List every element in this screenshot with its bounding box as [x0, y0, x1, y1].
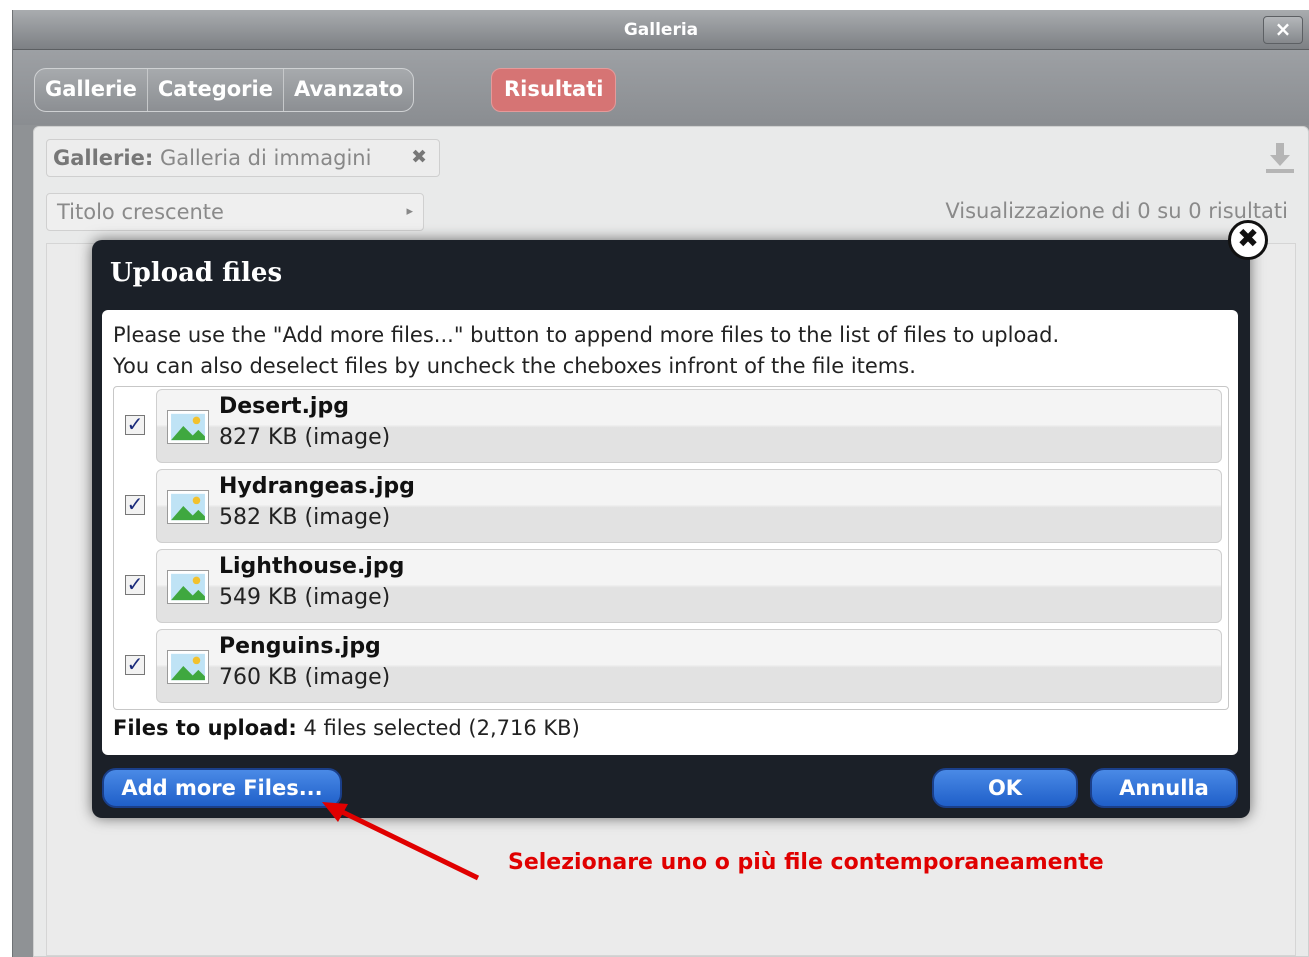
sort-select[interactable]: Titolo crescente ▸ [46, 193, 424, 231]
file-list: ✓ Desert.jpg 827 KB (image) ✓ Hydrangeas… [113, 386, 1229, 710]
dialog-body: Please use the "Add more files..." butto… [102, 310, 1238, 755]
image-icon [167, 490, 209, 524]
image-icon [167, 570, 209, 604]
dialog-title: Upload files [110, 258, 283, 288]
file-item: ✓ Lighthouse.jpg 549 KB (image) [114, 547, 1228, 625]
file-item: ✓ Desert.jpg 827 KB (image) [114, 387, 1228, 465]
tab-gallerie[interactable]: Gallerie [35, 69, 148, 111]
summary-value: 4 files selected (2,716 KB) [303, 716, 580, 740]
file-size: 549 KB (image) [219, 585, 391, 610]
file-checkbox[interactable]: ✓ [125, 574, 145, 595]
sort-value: Titolo crescente [57, 200, 224, 224]
file-name: Hydrangeas.jpg [219, 474, 415, 499]
results-count: Visualizzazione di 0 su 0 risultati [945, 199, 1288, 223]
image-icon [167, 650, 209, 684]
instructions-line-2: You can also deselect files by uncheck t… [113, 354, 916, 378]
window-titlebar: Galleria × [13, 10, 1309, 50]
window-title: Galleria [623, 20, 699, 40]
image-icon [167, 410, 209, 444]
download-icon[interactable] [1264, 141, 1296, 175]
dialog-close-button[interactable]: ✖ [1228, 220, 1268, 260]
annotation-text: Selezionare uno o più file contemporanea… [508, 850, 1104, 875]
file-size: 760 KB (image) [219, 665, 391, 690]
window-close-button[interactable]: × [1263, 16, 1303, 44]
file-checkbox[interactable]: ✓ [125, 414, 145, 435]
filter-chip[interactable]: Gallerie: Galleria di immagini ✖ [46, 139, 440, 177]
tab-avanzato[interactable]: Avanzato [284, 69, 413, 111]
file-checkbox[interactable]: ✓ [125, 494, 145, 515]
upload-dialog: Upload files Please use the "Add more fi… [92, 240, 1250, 818]
file-name: Lighthouse.jpg [219, 554, 405, 579]
file-card: Penguins.jpg 760 KB (image) [156, 629, 1222, 703]
tab-categorie[interactable]: Categorie [148, 69, 284, 111]
annotation-arrow-icon [322, 802, 480, 881]
results-button[interactable]: Risultati [491, 68, 617, 112]
file-size: 582 KB (image) [219, 505, 391, 530]
filter-label: Gallerie: [53, 146, 154, 170]
cancel-button[interactable]: Annulla [1090, 768, 1238, 808]
file-card: Desert.jpg 827 KB (image) [156, 389, 1222, 463]
summary-label: Files to upload: [113, 716, 297, 740]
dialog-instructions: Please use the "Add more files..." butto… [113, 320, 1228, 382]
toolbar: Gallerie Categorie Avanzato Risultati [13, 50, 1309, 125]
filter-value: Galleria di immagini [159, 146, 372, 170]
chevron-right-icon: ▸ [406, 204, 413, 219]
ok-button[interactable]: OK [932, 768, 1078, 808]
upload-summary: Files to upload: 4 files selected (2,716… [113, 716, 580, 740]
instructions-line-1: Please use the "Add more files..." butto… [113, 323, 1060, 347]
file-checkbox[interactable]: ✓ [125, 654, 145, 675]
file-size: 827 KB (image) [219, 425, 391, 450]
file-name: Penguins.jpg [219, 634, 381, 659]
tab-group: Gallerie Categorie Avanzato [34, 68, 415, 112]
file-item: ✓ Hydrangeas.jpg 582 KB (image) [114, 467, 1228, 545]
file-card: Lighthouse.jpg 549 KB (image) [156, 549, 1222, 623]
remove-filter-icon[interactable]: ✖ [411, 146, 427, 168]
file-item: ✓ Penguins.jpg 760 KB (image) [114, 627, 1228, 705]
file-card: Hydrangeas.jpg 582 KB (image) [156, 469, 1222, 543]
file-name: Desert.jpg [219, 394, 349, 419]
